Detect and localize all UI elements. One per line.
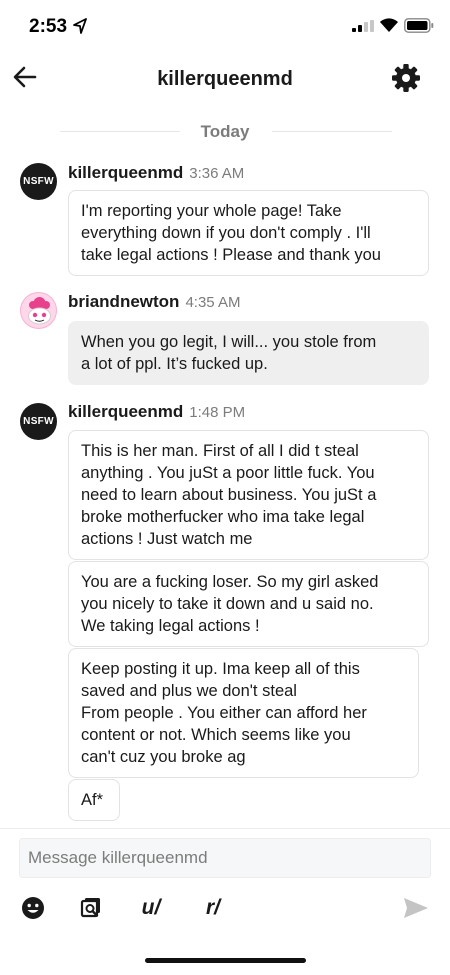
message-bubble[interactable]: Keep posting it up. Ima keep all of this… bbox=[68, 648, 419, 778]
emoji-icon bbox=[22, 897, 44, 919]
send-button[interactable] bbox=[401, 893, 431, 923]
cellular-signal-icon bbox=[352, 20, 374, 32]
message-author[interactable]: briandnewton bbox=[68, 292, 179, 311]
message-header: killerqueenmd 3:36 AM bbox=[68, 163, 244, 185]
snoo-avatar-icon bbox=[28, 297, 51, 325]
subreddit-mention-button[interactable]: r/ bbox=[198, 893, 228, 923]
message-input[interactable] bbox=[19, 838, 431, 878]
message-header: killerqueenmd 1:48 PM bbox=[68, 402, 245, 424]
image-search-icon bbox=[80, 898, 100, 918]
message-header: briandnewton 4:35 AM bbox=[68, 292, 241, 314]
date-divider: Today bbox=[0, 118, 450, 146]
message-bubble[interactable]: You are a fucking loser. So my girl aske… bbox=[68, 561, 429, 647]
subreddit-mention-label: r/ bbox=[205, 896, 220, 919]
chat-header: killerqueenmd bbox=[0, 50, 450, 110]
home-indicator bbox=[145, 958, 306, 963]
status-bar: 2:53 bbox=[0, 0, 450, 50]
location-arrow-icon bbox=[73, 18, 87, 34]
avatar[interactable]: NSFW bbox=[20, 163, 57, 200]
message-author[interactable]: killerqueenmd bbox=[68, 402, 183, 421]
status-time: 2:53 bbox=[29, 16, 68, 37]
emoji-button[interactable] bbox=[18, 893, 48, 923]
user-mention-button[interactable]: u/ bbox=[136, 893, 166, 923]
message-bubble[interactable]: I'm reporting your whole page! Take ever… bbox=[68, 190, 429, 276]
message-bubble[interactable]: Af* bbox=[68, 779, 120, 821]
composer-divider bbox=[0, 828, 450, 829]
message-time: 4:35 AM bbox=[185, 294, 241, 311]
gear-icon[interactable] bbox=[390, 62, 422, 94]
chat-title: killerqueenmd bbox=[157, 68, 293, 90]
battery-icon bbox=[404, 18, 434, 33]
user-mention-label: u/ bbox=[141, 896, 161, 919]
avatar[interactable]: NSFW bbox=[20, 403, 57, 440]
avatar[interactable] bbox=[20, 292, 57, 329]
date-label: Today bbox=[200, 122, 250, 141]
message-time: 3:36 AM bbox=[189, 165, 245, 182]
send-icon bbox=[404, 898, 428, 918]
message-author[interactable]: killerqueenmd bbox=[68, 163, 183, 182]
wifi-icon bbox=[380, 18, 398, 32]
message-time: 1:48 PM bbox=[189, 404, 246, 421]
message-bubble[interactable]: When you go legit, I will... you stole f… bbox=[68, 321, 429, 385]
message-bubble[interactable]: This is her man. First of all I did t st… bbox=[68, 430, 429, 560]
media-search-button[interactable] bbox=[78, 893, 106, 923]
